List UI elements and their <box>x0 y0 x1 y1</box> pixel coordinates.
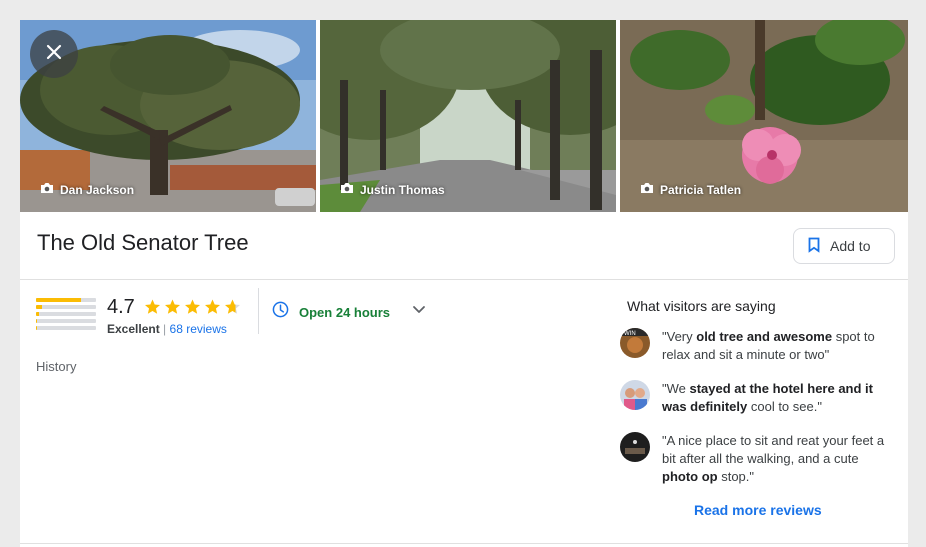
avatar <box>620 380 650 410</box>
svg-text:WIN: WIN <box>624 331 636 337</box>
camera-icon <box>640 182 654 197</box>
place-card: Dan Jackson Justin Thomas Patricia Tatle… <box>20 20 908 547</box>
hours-text: Open 24 hours <box>299 304 391 320</box>
star-icon <box>203 298 222 321</box>
photo-credit: Dan Jackson <box>40 182 134 197</box>
rating-bar <box>36 305 96 309</box>
star-icon <box>143 298 162 321</box>
avatar: WIN <box>620 328 650 358</box>
review-snippet[interactable]: "A nice place to sit and reat your feet … <box>620 432 887 486</box>
rating-bar <box>36 312 96 316</box>
rating-distribution <box>36 298 96 333</box>
divider <box>20 543 908 544</box>
rating-separator: | <box>163 322 167 336</box>
divider <box>258 288 259 334</box>
star-icon <box>163 298 182 321</box>
reviews-link[interactable]: 68 reviews <box>170 322 227 336</box>
camera-icon <box>340 182 354 197</box>
hours-status[interactable]: Open 24 hours <box>272 301 390 323</box>
review-snippet[interactable]: WIN "Very old tree and awesome spot to r… <box>620 328 887 364</box>
photo-1[interactable]: Dan Jackson <box>20 20 316 212</box>
photo-credit-name: Patricia Tatlen <box>660 182 742 197</box>
place-category: History <box>36 359 77 374</box>
review-snippet[interactable]: "We stayed at the hotel here and it was … <box>620 380 887 416</box>
star-icon <box>183 298 202 321</box>
photo-2[interactable]: Justin Thomas <box>320 20 616 212</box>
camera-icon <box>40 182 54 197</box>
avatar <box>620 432 650 462</box>
rating-subtitle: Excellent | 68 reviews <box>107 322 227 336</box>
star-rating <box>143 298 242 321</box>
photo-credit: Patricia Tatlen <box>640 182 741 197</box>
bookmark-icon <box>808 237 820 256</box>
visitors-title: What visitors are saying <box>627 298 776 314</box>
photo-credit-name: Justin Thomas <box>360 182 445 197</box>
place-title: The Old Senator Tree <box>37 230 249 255</box>
review-text: "A nice place to sit and reat your feet … <box>662 433 885 484</box>
rating-bar <box>36 319 96 323</box>
add-to-button[interactable]: Add to <box>793 228 895 264</box>
rating-value: 4.7 <box>107 296 135 318</box>
photo-credit-name: Dan Jackson <box>60 182 135 197</box>
review-text: "Very old tree and awesome spot to relax… <box>662 329 875 362</box>
review-text: "We stayed at the hotel here and it was … <box>662 381 873 414</box>
star-icon <box>223 298 242 321</box>
photo-credit: Justin Thomas <box>340 182 445 197</box>
hours-expand-button[interactable] <box>411 301 427 322</box>
rating-bar <box>36 326 96 330</box>
read-more-reviews-link[interactable]: Read more reviews <box>694 502 822 518</box>
title-row: The Old Senator Tree Add to <box>20 212 908 280</box>
chevron-down-icon <box>411 304 427 321</box>
close-button[interactable] <box>30 30 78 78</box>
add-to-label: Add to <box>830 238 871 254</box>
rating-bar <box>36 298 96 302</box>
close-icon <box>46 44 62 65</box>
clock-icon <box>272 301 289 323</box>
photo-strip: Dan Jackson Justin Thomas Patricia Tatle… <box>20 20 908 212</box>
rating-label: Excellent <box>107 322 160 336</box>
visitor-reviews: What visitors are saying WIN "Very old t… <box>620 298 900 484</box>
photo-3[interactable]: Patricia Tatlen <box>620 20 908 212</box>
